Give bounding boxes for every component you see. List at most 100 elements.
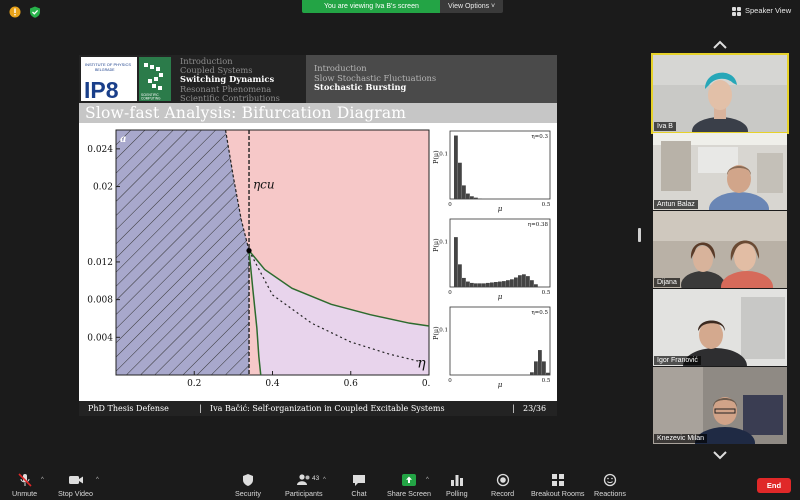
- hist-bar: [518, 275, 522, 287]
- chat-button[interactable]: Chat: [351, 473, 367, 500]
- nav-item-active: Stochastic Bursting: [314, 82, 407, 93]
- record-icon: [496, 473, 509, 487]
- share-screen-label: Share Screen: [387, 489, 431, 498]
- share-options-caret[interactable]: ^: [426, 477, 429, 483]
- participant-name: Iva B: [654, 122, 676, 131]
- hist-y-tick-label: 0.1: [439, 152, 448, 158]
- meeting-toolbar: Unmute ^ Stop Video ^ Security Participa…: [0, 470, 800, 500]
- video-feed: [653, 367, 787, 444]
- breakout-rooms-label: Breakout Rooms: [531, 489, 585, 498]
- critical-point: [246, 248, 252, 254]
- video-options-caret[interactable]: ^: [96, 477, 99, 483]
- video-camera-icon: [68, 476, 83, 484]
- top-bar: You are viewing Iva B's screen View Opti…: [0, 0, 800, 24]
- svg-text:COMPUTING: COMPUTING: [141, 97, 161, 101]
- footer-page-number: 23/36: [523, 404, 547, 413]
- chat-bubble-icon: [353, 475, 365, 486]
- hist-x-tick-label: 0.5: [542, 290, 551, 296]
- breakout-rooms-button[interactable]: Breakout Rooms: [531, 473, 585, 500]
- hist-bar: [498, 281, 502, 287]
- polling-label: Polling: [446, 489, 468, 498]
- breakout-grid-icon: [551, 474, 564, 486]
- view-options-button[interactable]: View Options ˅: [440, 0, 504, 13]
- hist-bar: [470, 196, 474, 199]
- hist-y-tick-label: 0.1: [439, 328, 448, 334]
- chat-label: Chat: [351, 489, 367, 498]
- reactions-button[interactable]: Reactions: [594, 473, 626, 500]
- participant-tile[interactable]: Iva B: [651, 53, 789, 134]
- histogram-eta-0.5: P(μ) 0.10 0.5μη=0.5: [432, 306, 551, 389]
- hist-bar: [490, 282, 494, 287]
- record-label: Record: [491, 489, 515, 498]
- video-feed: [653, 133, 787, 210]
- hist-bar: [538, 350, 542, 375]
- hist-bar: [454, 135, 458, 199]
- participant-name: Knezevic Milan: [654, 434, 708, 443]
- hist-bar: [506, 280, 510, 287]
- participants-icon: [296, 474, 310, 485]
- participant-name: Igor Franović: [654, 356, 701, 365]
- chevron-down-icon[interactable]: [712, 450, 728, 460]
- participants-options-caret[interactable]: ^: [323, 477, 326, 483]
- hist-xlabel: μ: [498, 293, 503, 301]
- x-tick-label: 0.6: [344, 379, 359, 389]
- hist-xlabel: μ: [498, 205, 503, 213]
- hist-y-tick-label: 0.1: [439, 240, 448, 246]
- y-tick-label: 0.024: [87, 145, 113, 155]
- viewing-screen-banner: You are viewing Iva B's screen: [302, 0, 441, 13]
- scl-logo: SCIENTIFIC COMPUTING: [139, 57, 171, 101]
- video-feed: [653, 289, 787, 366]
- y-tick-label: 0.008: [87, 296, 113, 306]
- panel-resize-handle[interactable]: [638, 228, 641, 242]
- hist-bar: [482, 283, 486, 287]
- hist-bar: [478, 283, 482, 287]
- hist-x-tick-label: 0.5: [542, 202, 551, 208]
- hist-bar: [486, 282, 490, 287]
- hist-bar: [458, 264, 462, 287]
- security-button[interactable]: Security: [235, 473, 261, 500]
- footer-author-title: Iva Bačić: Self-organization in Coupled …: [210, 404, 445, 413]
- reactions-label: Reactions: [594, 489, 626, 498]
- footer-separator: |: [512, 404, 515, 413]
- hist-bar: [502, 281, 506, 287]
- unmute-label: Unmute: [12, 489, 38, 498]
- speaker-view-button[interactable]: Speaker View: [732, 4, 791, 18]
- participant-tile[interactable]: Antun Balaz: [653, 133, 787, 210]
- bifurcation-diagram: 0.2 0.4 0.6 0.8 0.004 0.008 0.012 0.02 0.024 a ηcu…: [87, 129, 431, 389]
- hist-eta-label: η=0.5: [531, 310, 548, 316]
- eta-axis-label: η: [417, 355, 426, 371]
- bar-chart-icon: [450, 475, 463, 486]
- hist-bar: [494, 282, 498, 287]
- record-button[interactable]: Record: [491, 473, 514, 500]
- svg-text:INSTITUTE OF PHYSICS: INSTITUTE OF PHYSICS: [85, 62, 131, 67]
- hist-x-tick-label: 0: [448, 378, 452, 384]
- security-label: Security: [235, 489, 261, 498]
- polling-button[interactable]: Polling: [446, 473, 468, 500]
- participants-label: Participants: [285, 489, 323, 498]
- slide-title: Slow-fast Analysis: Bifurcation Diagram: [85, 104, 407, 122]
- speaker-view-label: Speaker View: [745, 6, 792, 15]
- end-meeting-button[interactable]: End: [757, 478, 791, 493]
- hist-bar: [530, 280, 534, 287]
- participant-tile[interactable]: Igor Franović: [653, 289, 787, 366]
- hist-bar: [454, 237, 458, 287]
- video-feed: [653, 211, 787, 288]
- x-tick-label: 0.8: [422, 379, 431, 389]
- slide-footer: PhD Thesis Defense | Iva Bačić: Self-org…: [79, 401, 557, 416]
- chevron-up-icon[interactable]: [712, 40, 728, 50]
- section-nav-left: Introduction Coupled Systems Switching D…: [180, 56, 280, 103]
- unmute-button[interactable]: Unmute: [12, 473, 37, 500]
- participant-tile[interactable]: Knezevic Milan: [653, 367, 787, 444]
- hist-bar: [474, 283, 478, 287]
- info-icon[interactable]: [9, 6, 21, 18]
- participant-tile[interactable]: Dijana: [653, 211, 787, 288]
- share-screen-button[interactable]: Share Screen: [387, 473, 431, 500]
- hist-x-tick-label: 0: [448, 202, 452, 208]
- shield-icon[interactable]: [29, 6, 41, 18]
- stop-video-button[interactable]: Stop Video: [58, 473, 93, 500]
- security-shield-icon: [242, 474, 253, 486]
- audio-options-caret[interactable]: ^: [41, 477, 44, 483]
- stop-video-label: Stop Video: [58, 489, 94, 498]
- hist-eta-label: η=0.3: [531, 134, 548, 140]
- grid-icon: [732, 6, 741, 16]
